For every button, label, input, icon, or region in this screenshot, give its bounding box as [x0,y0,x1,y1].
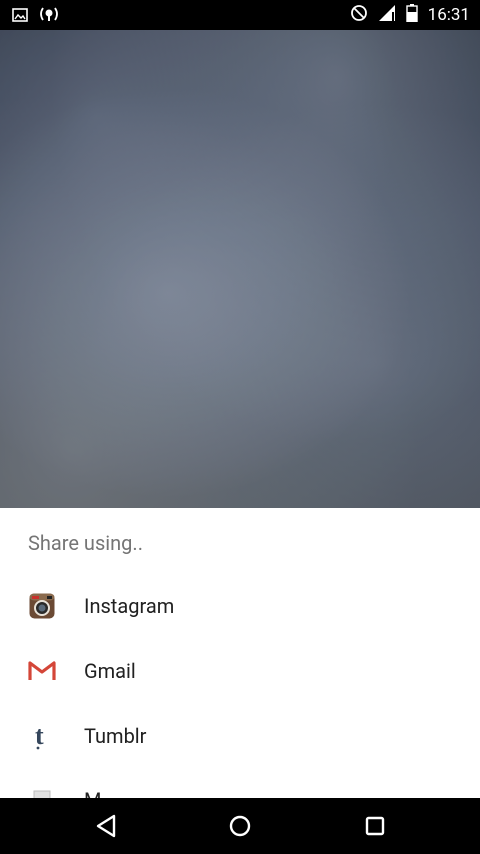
recents-icon[interactable] [360,812,390,840]
do-not-disturb-icon [350,4,368,26]
share-sheet: Share using.. Instagram Gmail t Tumblr [0,508,480,798]
cell-signal-icon [378,4,396,26]
share-item-label: Gmail [84,659,136,683]
svg-text:t: t [35,722,44,750]
background-photo [0,30,480,508]
instagram-icon [28,592,56,620]
battery-icon [405,4,418,26]
tumblr-icon: t [28,722,56,750]
messages-icon [28,786,56,798]
share-title: Share using.. [28,531,143,555]
image-icon [12,7,28,26]
share-item-label: Instagram [84,594,175,618]
status-bar: 16:31 [0,0,480,30]
status-left [12,6,60,26]
hotspot-icon [38,6,60,26]
share-item-label: M [84,787,101,798]
share-item-instagram[interactable]: Instagram [0,574,480,638]
share-item-label: Tumblr [84,724,147,748]
share-item-messages[interactable]: M [0,768,480,798]
share-item-gmail[interactable]: Gmail [0,639,480,703]
navigation-bar [0,798,480,854]
status-right: 16:31 [350,4,470,26]
gmail-icon [28,657,56,685]
status-time: 16:31 [427,5,470,25]
back-icon[interactable] [91,812,121,840]
share-item-tumblr[interactable]: t Tumblr [0,704,480,768]
home-icon[interactable] [225,812,255,840]
